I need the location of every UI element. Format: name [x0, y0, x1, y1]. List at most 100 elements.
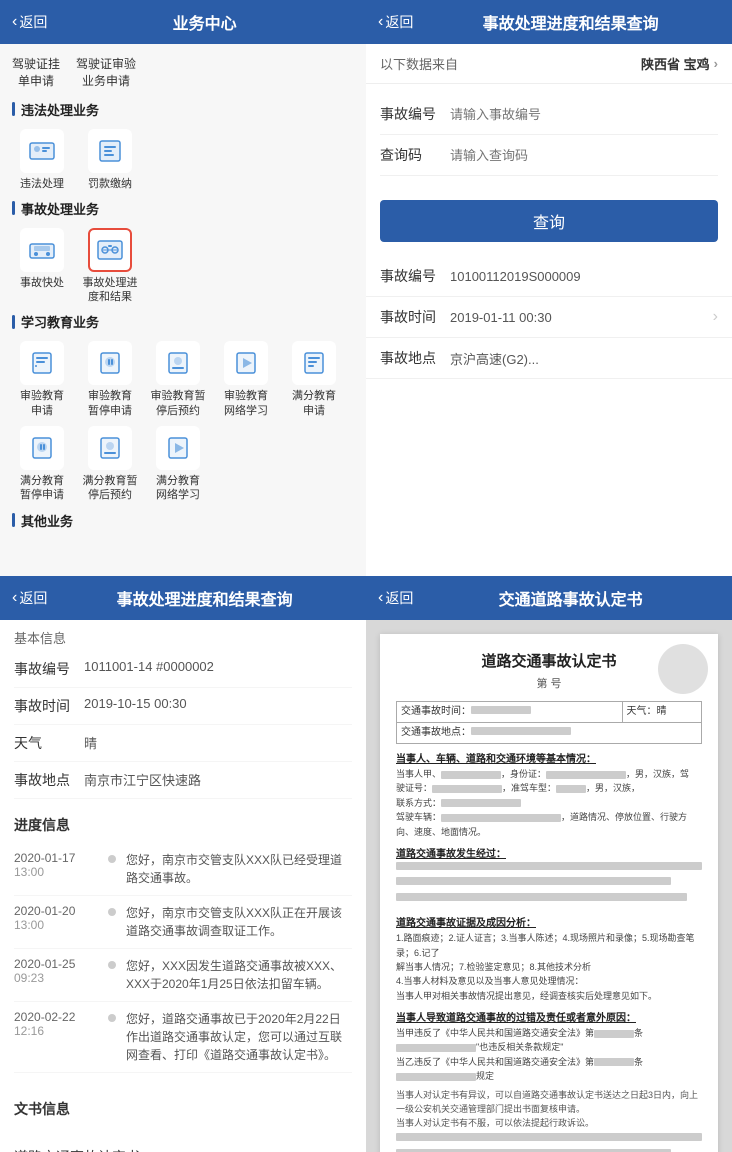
- panel2-back-label: 返回: [385, 12, 413, 32]
- panel3-content: 基本信息 事故编号 1011001-14 #0000002 事故时间 2019-…: [0, 620, 366, 1152]
- education-grid-2: 满分教育暂停申请 满分教育暂停后预约: [12, 426, 354, 503]
- panel-accident-certificate: ‹ 返回 交通道路事故认定书 道路交通事故认定书 第 号 交通事故时间： 天气：…: [366, 576, 732, 1152]
- panel2-title: 事故处理进度和结果查询: [421, 10, 720, 34]
- panel4-back-button[interactable]: ‹ 返回: [378, 588, 413, 608]
- full-score-resume-label: 满分教育暂停后预约: [83, 474, 138, 503]
- accident-no-input[interactable]: [450, 107, 718, 122]
- icon-review-edu-suspend[interactable]: 审验教育暂停申请: [80, 341, 140, 418]
- section-violation: 违法处理业务: [12, 100, 354, 119]
- icon-review-edu-online[interactable]: 审验教育网络学习: [216, 341, 276, 418]
- panel3-back-label: 返回: [19, 588, 47, 608]
- fine-payment-label: 罚款缴纳: [88, 177, 132, 191]
- field-weather: 天气 晴: [14, 725, 352, 762]
- review-edu-suspend-label: 审验教育暂停申请: [88, 389, 132, 418]
- result-arrow-icon: ›: [713, 308, 718, 326]
- panel2-content: 以下数据来自 陕西省 宝鸡 › 事故编号 查询码 查询 事故编号 1010011…: [366, 44, 732, 576]
- icon-full-score-apply[interactable]: 满分教育申请: [284, 341, 344, 418]
- full-score-online-label: 满分教育网络学习: [156, 474, 200, 503]
- query-form: 事故编号 查询码: [366, 84, 732, 186]
- review-edu-apply-label: 审验教育申请: [20, 389, 64, 418]
- doc-section: 文书信息 道路交通事故认定书 ›: [0, 1081, 366, 1152]
- panel-business-center: ‹ 返回 业务中心 驾驶证挂单申请 驾驶证审验业务申请 违法处理业务: [0, 0, 366, 576]
- location-label: 以下数据来自: [380, 54, 458, 73]
- location-arrow-icon: ›: [714, 56, 718, 71]
- icon-violation-handle[interactable]: 违法处理: [12, 129, 72, 191]
- dot-icon-3: [108, 961, 116, 969]
- doc-header-table: 交通事故时间： 天气：晴 交通事故地点：: [396, 701, 702, 744]
- doc-evidence-content: 1.路面痕迹；2.证人证言；3.当事人陈述；4.现场照片和录像；5.现场勘查笔录…: [396, 931, 702, 1003]
- field-accident-no: 事故编号 1011001-14 #0000002: [14, 651, 352, 688]
- field-value-weather: 晴: [84, 733, 352, 752]
- accident-no-row: 事故编号: [380, 94, 718, 135]
- review-edu-apply-icon: [20, 341, 64, 385]
- icon-accident-quick[interactable]: 事故快处: [12, 228, 72, 305]
- doc-parties-content: 当事人甲、，身份证：，男，汉族，驾 驶证号：，准驾车型：，男，汉族， 联系方式：…: [396, 767, 702, 839]
- query-button[interactable]: 查询: [380, 200, 718, 242]
- doc-item-row[interactable]: 道路交通事故认定书 ›: [14, 1137, 352, 1152]
- panel3-back-button[interactable]: ‹ 返回: [12, 588, 47, 608]
- result-accident-time[interactable]: 事故时间 2019-01-11 00:30 ›: [366, 297, 732, 338]
- progress-date-1: 2020-01-17 13:00: [14, 851, 104, 887]
- full-score-online-icon: [156, 426, 200, 470]
- accident-no-label: 事故编号: [380, 104, 450, 124]
- doc-main-title: 道路交通事故认定书: [396, 650, 702, 671]
- doc-location-label: 交通事故地点：: [397, 723, 702, 744]
- review-edu-online-label: 审验教育网络学习: [224, 389, 268, 418]
- progress-dot-1: [104, 851, 120, 887]
- field-accident-time: 事故时间 2019-10-15 00:30: [14, 688, 352, 725]
- progress-text-2: 您好，南京市交管支队XXX队正在开展该道路交通事故调查取证工作。: [120, 904, 352, 940]
- accident-quick-label: 事故快处: [20, 276, 64, 290]
- back-chevron-icon-3: ‹: [12, 589, 17, 607]
- query-code-row: 查询码: [380, 135, 718, 176]
- doc-parties-title: 当事人、车辆、道路和交通环境等基本情况：: [396, 750, 702, 765]
- document-preview: 道路交通事故认定书 第 号 交通事故时间： 天气：晴 交通事故地点： 当事人、车…: [380, 634, 718, 1152]
- quick-link-license-review[interactable]: 驾驶证审验业务申请: [76, 56, 136, 90]
- field-label-weather: 天气: [14, 733, 84, 753]
- dot-icon-1: [108, 855, 116, 863]
- full-score-apply-icon: [292, 341, 336, 385]
- icon-full-score-suspend[interactable]: 满分教育暂停申请: [12, 426, 72, 503]
- icon-full-score-online[interactable]: 满分教育网络学习: [148, 426, 208, 503]
- doc-evidence-title: 道路交通事故证据及成因分析：: [396, 914, 702, 929]
- location-bar[interactable]: 以下数据来自 陕西省 宝鸡 ›: [366, 44, 732, 84]
- icon-fine-payment[interactable]: 罚款缴纳: [80, 129, 140, 191]
- progress-title: 进度信息: [14, 807, 352, 843]
- field-label-location: 事故地点: [14, 770, 84, 790]
- doc-time-label: 交通事故时间：: [397, 702, 623, 723]
- review-edu-resume-icon: [156, 341, 200, 385]
- icon-accident-progress[interactable]: 事故处理进度和结果: [80, 228, 140, 305]
- query-code-input[interactable]: [450, 148, 718, 163]
- full-score-suspend-label: 满分教育暂停申请: [20, 474, 64, 503]
- accident-progress-label: 事故处理进度和结果: [83, 276, 138, 305]
- field-label-accident-no: 事故编号: [14, 659, 84, 679]
- violation-handle-icon: [20, 129, 64, 173]
- section-education: 学习教育业务: [12, 312, 354, 331]
- panel4-content: 道路交通事故认定书 第 号 交通事故时间： 天气：晴 交通事故地点： 当事人、车…: [366, 620, 732, 1152]
- progress-item-4: 2020-02-22 12:16 您好，道路交通事故已于2020年2月22日作出…: [14, 1002, 352, 1073]
- progress-item-3: 2020-01-25 09:23 您好，XXX因发生道路交通事故被XXX、XXX…: [14, 949, 352, 1002]
- panel1-back-button[interactable]: ‹ 返回: [12, 12, 47, 32]
- fine-payment-icon: [88, 129, 132, 173]
- review-edu-resume-label: 审验教育暂停后预约: [151, 389, 206, 418]
- progress-text-4: 您好，道路交通事故已于2020年2月22日作出道路交通事故认定，您可以通过互联网…: [120, 1010, 352, 1064]
- doc-weather-label: 天气：晴: [622, 702, 702, 723]
- field-value-accident-no: 1011001-14 #0000002: [84, 659, 352, 674]
- location-value: 陕西省 宝鸡 ›: [641, 54, 718, 73]
- icon-review-edu-resume[interactable]: 审验教育暂停后预约: [148, 341, 208, 418]
- panel1-content: 驾驶证挂单申请 驾驶证审验业务申请 违法处理业务 违法处理: [0, 44, 366, 576]
- quick-link-license-hang[interactable]: 驾驶证挂单申请: [12, 56, 60, 90]
- icon-full-score-resume[interactable]: 满分教育暂停后预约: [80, 426, 140, 503]
- panel2-back-button[interactable]: ‹ 返回: [378, 12, 413, 32]
- doc-item-label: 道路交通事故认定书: [14, 1147, 347, 1152]
- doc-warning-content: 当事人对认定书有异议，可以自道路交通事故认定书送达之日起3日内，向上一级公安机关…: [396, 1088, 702, 1152]
- field-location: 事故地点 南京市江宁区快速路: [14, 762, 352, 799]
- basic-info-block: 基本信息 事故编号 1011001-14 #0000002 事故时间 2019-…: [0, 620, 366, 799]
- dot-icon-2: [108, 908, 116, 916]
- progress-date-2: 2020-01-20 13:00: [14, 904, 104, 940]
- panel4-back-label: 返回: [385, 588, 413, 608]
- icon-review-edu-apply[interactable]: 审验教育申请: [12, 341, 72, 418]
- progress-date-4: 2020-02-22 12:16: [14, 1010, 104, 1064]
- progress-dot-3: [104, 957, 120, 993]
- field-value-location: 南京市江宁区快速路: [84, 770, 352, 789]
- progress-item-2: 2020-01-20 13:00 您好，南京市交管支队XXX队正在开展该道路交通…: [14, 896, 352, 949]
